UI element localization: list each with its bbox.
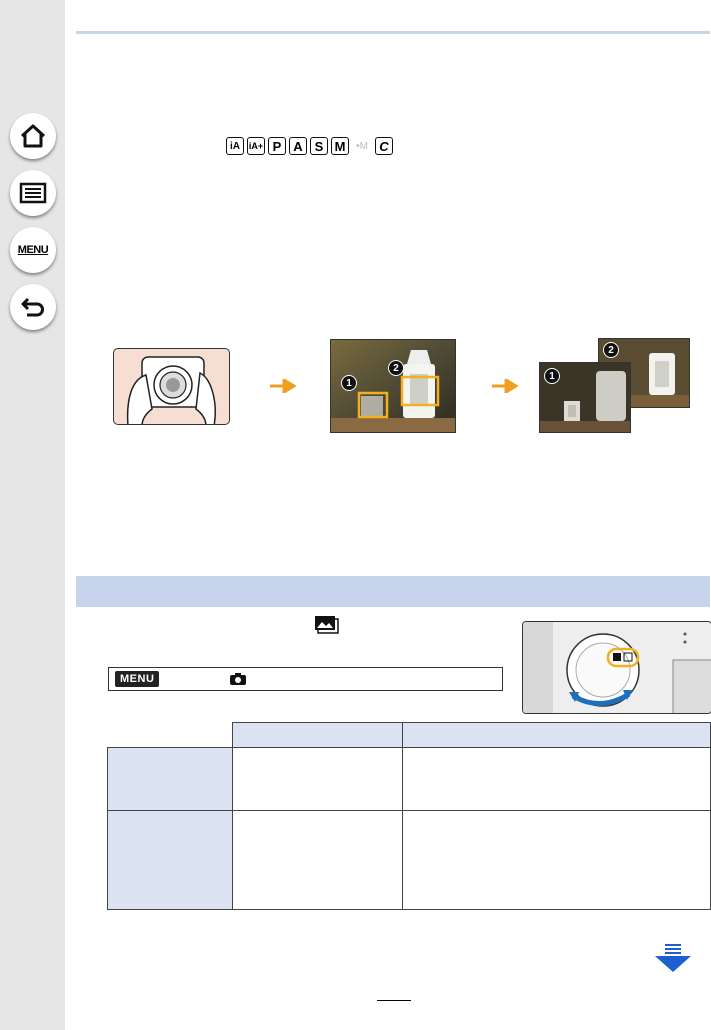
sidebar: MENU — [0, 0, 65, 1030]
mode-manual-icon: M — [331, 137, 349, 155]
marker-2: 2 — [388, 360, 404, 376]
contents-button[interactable] — [10, 170, 56, 216]
page-number-rule — [377, 1000, 411, 1001]
result-image-1: 1 — [539, 362, 631, 433]
focus-bracket-mode-icon — [315, 616, 339, 634]
mode-shutter-icon: S — [310, 137, 328, 155]
table-header — [231, 722, 403, 748]
marker-2: 2 — [603, 342, 619, 358]
table-cell — [401, 747, 711, 811]
home-icon — [20, 124, 46, 148]
menu-badge: MENU — [115, 671, 160, 687]
next-page-arrow-icon[interactable] — [655, 944, 691, 972]
settings-table — [107, 722, 711, 910]
arrow-right-icon — [270, 379, 296, 393]
mode-creative-video-icon: •M — [356, 140, 368, 152]
header-rule — [76, 31, 710, 34]
table-row — [107, 747, 711, 811]
marker-1: 1 — [341, 375, 357, 391]
table-cell — [401, 810, 711, 910]
arrow-right-icon — [165, 672, 223, 686]
table-cell — [231, 747, 403, 811]
section-header-bar — [76, 576, 710, 607]
table-row — [107, 810, 711, 910]
back-arrow-icon — [21, 297, 44, 317]
mode-intelligent-auto-plus-icon: iA+ — [247, 137, 265, 155]
camera-icon — [230, 673, 247, 685]
menu-text-icon: MENU — [17, 244, 49, 256]
back-button[interactable] — [10, 284, 56, 330]
marker-1: 1 — [544, 368, 560, 384]
mode-creative-control-icon: C — [375, 137, 393, 155]
mode-aperture-icon: A — [289, 137, 307, 155]
table-header — [401, 722, 711, 748]
mode-intelligent-auto-icon: iA — [226, 137, 244, 155]
home-button[interactable] — [10, 113, 56, 159]
table-row-header — [107, 747, 233, 811]
list-icon — [19, 182, 47, 204]
table-cell — [231, 810, 403, 910]
menu-path: MENU — [108, 667, 503, 691]
camera-hold-illustration — [113, 348, 230, 425]
mode-program-icon: P — [268, 137, 286, 155]
recording-mode-icons: iA iA+ P A S M •M C — [226, 137, 393, 155]
menu-button[interactable]: MENU — [10, 227, 56, 273]
table-corner — [107, 722, 233, 748]
mode-dial-illustration — [522, 621, 711, 714]
arrow-right-icon — [492, 379, 518, 393]
focus-bracket-illustration: 1 2 — [330, 339, 456, 433]
table-row-header — [107, 810, 233, 910]
